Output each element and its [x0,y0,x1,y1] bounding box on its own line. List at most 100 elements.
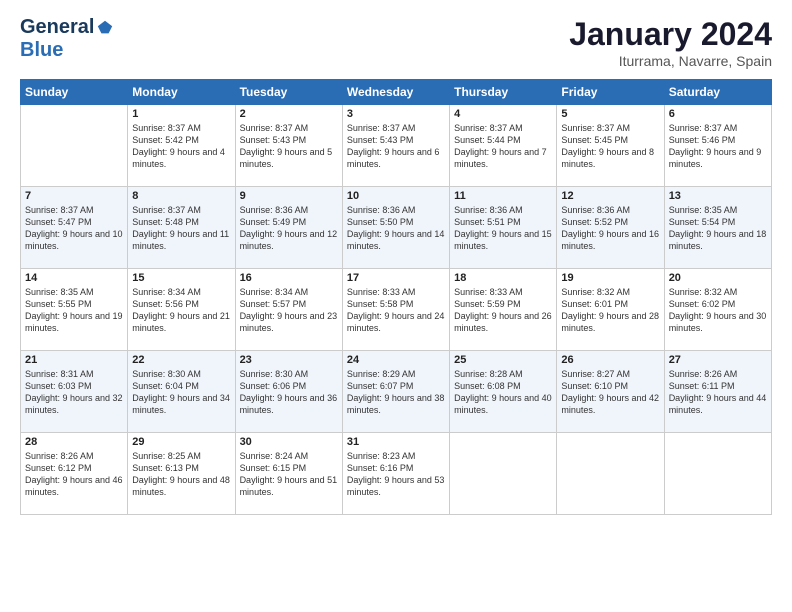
calendar-cell: 11 Sunrise: 8:36 AMSunset: 5:51 PMDaylig… [450,187,557,269]
cell-info: Sunrise: 8:23 AMSunset: 6:16 PMDaylight:… [347,450,445,499]
cell-info: Sunrise: 8:37 AMSunset: 5:43 PMDaylight:… [347,122,445,171]
day-number: 2 [240,108,338,120]
calendar-cell: 16 Sunrise: 8:34 AMSunset: 5:57 PMDaylig… [235,269,342,351]
calendar-week-4: 21 Sunrise: 8:31 AMSunset: 6:03 PMDaylig… [21,351,772,433]
cell-info: Sunrise: 8:30 AMSunset: 6:04 PMDaylight:… [132,368,230,417]
day-number: 14 [25,272,123,284]
cell-info: Sunrise: 8:31 AMSunset: 6:03 PMDaylight:… [25,368,123,417]
calendar-cell: 8 Sunrise: 8:37 AMSunset: 5:48 PMDayligh… [128,187,235,269]
logo-general: General [20,16,94,39]
cell-info: Sunrise: 8:32 AMSunset: 6:01 PMDaylight:… [561,286,659,335]
cell-info: Sunrise: 8:33 AMSunset: 5:58 PMDaylight:… [347,286,445,335]
day-number: 4 [454,108,552,120]
cell-info: Sunrise: 8:37 AMSunset: 5:43 PMDaylight:… [240,122,338,171]
day-number: 31 [347,436,445,448]
cell-info: Sunrise: 8:26 AMSunset: 6:11 PMDaylight:… [669,368,767,417]
day-number: 30 [240,436,338,448]
cell-info: Sunrise: 8:26 AMSunset: 6:12 PMDaylight:… [25,450,123,499]
col-friday: Friday [557,80,664,105]
cell-info: Sunrise: 8:35 AMSunset: 5:54 PMDaylight:… [669,204,767,253]
calendar-cell: 14 Sunrise: 8:35 AMSunset: 5:55 PMDaylig… [21,269,128,351]
calendar-cell: 23 Sunrise: 8:30 AMSunset: 6:06 PMDaylig… [235,351,342,433]
calendar-cell: 24 Sunrise: 8:29 AMSunset: 6:07 PMDaylig… [342,351,449,433]
cell-info: Sunrise: 8:27 AMSunset: 6:10 PMDaylight:… [561,368,659,417]
calendar-cell: 6 Sunrise: 8:37 AMSunset: 5:46 PMDayligh… [664,105,771,187]
cell-info: Sunrise: 8:25 AMSunset: 6:13 PMDaylight:… [132,450,230,499]
calendar-cell: 18 Sunrise: 8:33 AMSunset: 5:59 PMDaylig… [450,269,557,351]
calendar-week-3: 14 Sunrise: 8:35 AMSunset: 5:55 PMDaylig… [21,269,772,351]
calendar-cell: 12 Sunrise: 8:36 AMSunset: 5:52 PMDaylig… [557,187,664,269]
day-number: 21 [25,354,123,366]
cell-info: Sunrise: 8:34 AMSunset: 5:56 PMDaylight:… [132,286,230,335]
day-number: 26 [561,354,659,366]
day-number: 13 [669,190,767,202]
calendar-cell: 31 Sunrise: 8:23 AMSunset: 6:16 PMDaylig… [342,433,449,515]
calendar-cell: 27 Sunrise: 8:26 AMSunset: 6:11 PMDaylig… [664,351,771,433]
cell-info: Sunrise: 8:37 AMSunset: 5:44 PMDaylight:… [454,122,552,171]
calendar-week-2: 7 Sunrise: 8:37 AMSunset: 5:47 PMDayligh… [21,187,772,269]
calendar-cell: 9 Sunrise: 8:36 AMSunset: 5:49 PMDayligh… [235,187,342,269]
col-tuesday: Tuesday [235,80,342,105]
cell-info: Sunrise: 8:32 AMSunset: 6:02 PMDaylight:… [669,286,767,335]
header-row: Sunday Monday Tuesday Wednesday Thursday… [21,80,772,105]
cell-info: Sunrise: 8:37 AMSunset: 5:42 PMDaylight:… [132,122,230,171]
calendar-cell: 3 Sunrise: 8:37 AMSunset: 5:43 PMDayligh… [342,105,449,187]
day-number: 1 [132,108,230,120]
day-number: 22 [132,354,230,366]
day-number: 9 [240,190,338,202]
cell-info: Sunrise: 8:24 AMSunset: 6:15 PMDaylight:… [240,450,338,499]
cell-info: Sunrise: 8:36 AMSunset: 5:50 PMDaylight:… [347,204,445,253]
calendar-cell: 22 Sunrise: 8:30 AMSunset: 6:04 PMDaylig… [128,351,235,433]
calendar-cell: 30 Sunrise: 8:24 AMSunset: 6:15 PMDaylig… [235,433,342,515]
calendar-cell: 13 Sunrise: 8:35 AMSunset: 5:54 PMDaylig… [664,187,771,269]
calendar-cell: 17 Sunrise: 8:33 AMSunset: 5:58 PMDaylig… [342,269,449,351]
cell-info: Sunrise: 8:36 AMSunset: 5:51 PMDaylight:… [454,204,552,253]
day-number: 17 [347,272,445,284]
day-number: 6 [669,108,767,120]
logo-flag-icon [96,19,114,37]
day-number: 29 [132,436,230,448]
cell-info: Sunrise: 8:30 AMSunset: 6:06 PMDaylight:… [240,368,338,417]
col-thursday: Thursday [450,80,557,105]
calendar-cell: 28 Sunrise: 8:26 AMSunset: 6:12 PMDaylig… [21,433,128,515]
cell-info: Sunrise: 8:37 AMSunset: 5:45 PMDaylight:… [561,122,659,171]
logo-blue: Blue [20,39,114,62]
cell-info: Sunrise: 8:36 AMSunset: 5:49 PMDaylight:… [240,204,338,253]
calendar-cell [557,433,664,515]
calendar-cell: 21 Sunrise: 8:31 AMSunset: 6:03 PMDaylig… [21,351,128,433]
cell-info: Sunrise: 8:37 AMSunset: 5:48 PMDaylight:… [132,204,230,253]
day-number: 12 [561,190,659,202]
day-number: 23 [240,354,338,366]
calendar-week-1: 1 Sunrise: 8:37 AMSunset: 5:42 PMDayligh… [21,105,772,187]
col-saturday: Saturday [664,80,771,105]
cell-info: Sunrise: 8:37 AMSunset: 5:46 PMDaylight:… [669,122,767,171]
day-number: 24 [347,354,445,366]
calendar-cell: 2 Sunrise: 8:37 AMSunset: 5:43 PMDayligh… [235,105,342,187]
calendar-cell: 7 Sunrise: 8:37 AMSunset: 5:47 PMDayligh… [21,187,128,269]
day-number: 20 [669,272,767,284]
day-number: 10 [347,190,445,202]
col-wednesday: Wednesday [342,80,449,105]
calendar-cell: 29 Sunrise: 8:25 AMSunset: 6:13 PMDaylig… [128,433,235,515]
day-number: 8 [132,190,230,202]
day-number: 28 [25,436,123,448]
col-sunday: Sunday [21,80,128,105]
cell-info: Sunrise: 8:28 AMSunset: 6:08 PMDaylight:… [454,368,552,417]
calendar-week-5: 28 Sunrise: 8:26 AMSunset: 6:12 PMDaylig… [21,433,772,515]
calendar-cell: 19 Sunrise: 8:32 AMSunset: 6:01 PMDaylig… [557,269,664,351]
calendar-cell: 10 Sunrise: 8:36 AMSunset: 5:50 PMDaylig… [342,187,449,269]
cell-info: Sunrise: 8:33 AMSunset: 5:59 PMDaylight:… [454,286,552,335]
cell-info: Sunrise: 8:37 AMSunset: 5:47 PMDaylight:… [25,204,123,253]
cell-info: Sunrise: 8:29 AMSunset: 6:07 PMDaylight:… [347,368,445,417]
title-area: January 2024 Iturrama, Navarre, Spain [569,16,772,69]
calendar-table: Sunday Monday Tuesday Wednesday Thursday… [20,79,772,515]
calendar-cell [664,433,771,515]
day-number: 18 [454,272,552,284]
day-number: 3 [347,108,445,120]
day-number: 25 [454,354,552,366]
day-number: 5 [561,108,659,120]
cell-info: Sunrise: 8:36 AMSunset: 5:52 PMDaylight:… [561,204,659,253]
calendar-cell: 20 Sunrise: 8:32 AMSunset: 6:02 PMDaylig… [664,269,771,351]
day-number: 7 [25,190,123,202]
logo: General Blue [20,16,114,62]
